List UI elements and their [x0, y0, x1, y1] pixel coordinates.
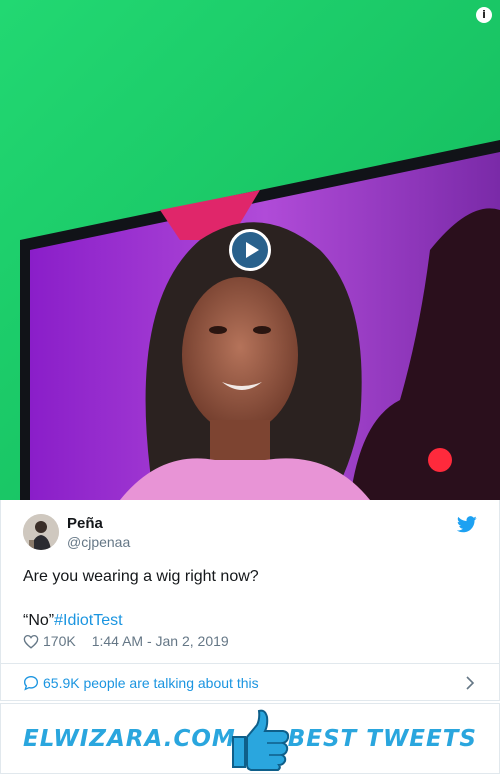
thumbs-up-icon — [232, 709, 290, 771]
like-count[interactable]: 170K — [43, 633, 76, 649]
tweet-meta: 170K 1:44 AM - Jan 2, 2019 — [23, 633, 229, 649]
play-icon — [246, 242, 259, 258]
chevron-right-icon[interactable] — [465, 676, 475, 690]
tweet-quote: “No” — [23, 612, 55, 629]
avatar[interactable] — [23, 514, 59, 550]
divider — [1, 663, 499, 664]
promo-banner: ELWIZARA.COM BEST TWEETS — [0, 703, 500, 774]
tweet-text-line2: “No”#IdiotTest — [23, 610, 479, 632]
hashtag-link[interactable]: #IdiotTest — [54, 612, 122, 629]
site-name[interactable]: ELWIZARA.COM — [23, 726, 236, 752]
tweet-card: Peña @cjpenaa Are you wearing a wig righ… — [0, 500, 500, 701]
info-icon[interactable]: i — [476, 7, 492, 23]
best-tweets-label: BEST TWEETS — [287, 726, 477, 752]
heart-icon[interactable] — [23, 634, 39, 649]
talking-count-text[interactable]: 65.9K people are talking about this — [43, 675, 259, 691]
timestamp[interactable]: 1:44 AM - Jan 2, 2019 — [92, 633, 229, 649]
play-button[interactable] — [229, 229, 271, 271]
twitter-bird-icon[interactable] — [457, 516, 477, 533]
tweet-text: Are you wearing a wig right now? “No”#Id… — [23, 566, 479, 632]
tweet-text-line1: Are you wearing a wig right now? — [23, 568, 259, 585]
user-handle[interactable]: @cjpenaa — [67, 534, 130, 550]
display-name[interactable]: Peña — [67, 515, 103, 532]
tweet-video[interactable]: i — [0, 0, 500, 500]
conversation-link[interactable]: 65.9K people are talking about this — [23, 672, 479, 694]
speech-bubble-icon — [23, 675, 39, 691]
